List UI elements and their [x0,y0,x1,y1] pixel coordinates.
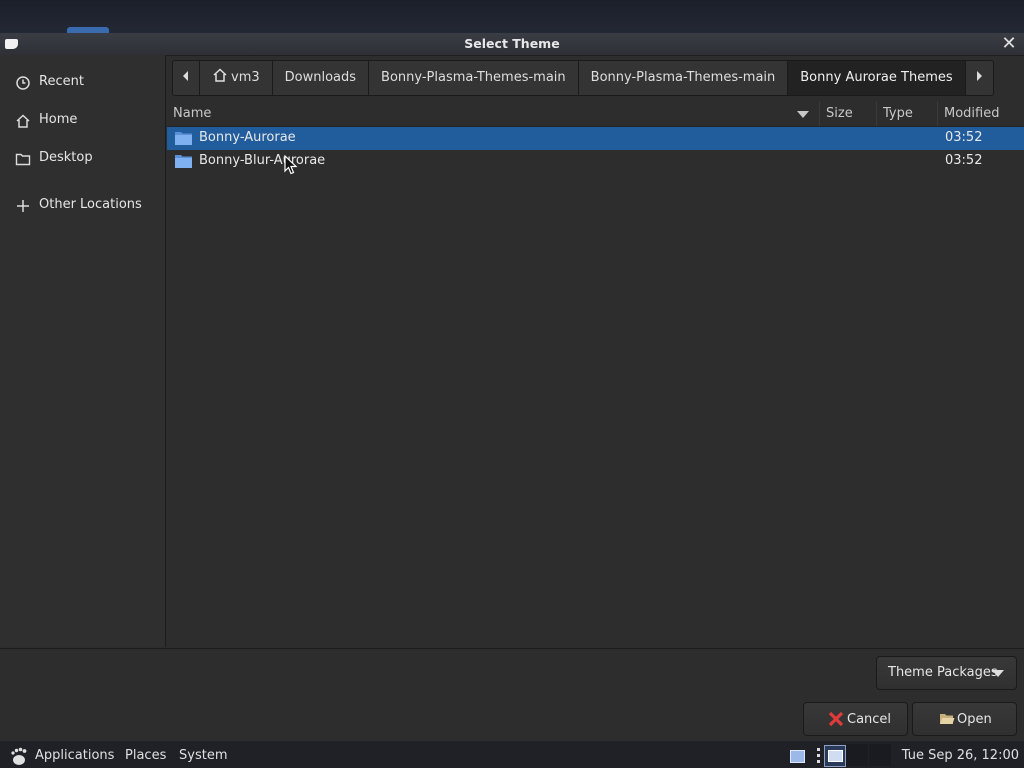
open-button[interactable]: Open [912,702,1017,736]
window-list-handle-icon[interactable] [817,748,820,763]
breadcrumb-home[interactable]: vm3 [200,61,273,95]
panel-menu-system[interactable]: System [179,748,227,763]
folder-icon [15,153,31,166]
file-row[interactable]: Bonny-Blur-Aurorae 03:52 [167,150,1024,173]
sidebar-item-other-locations[interactable]: Other Locations [0,190,165,222]
column-header-modified[interactable]: Modified [937,101,1024,126]
sidebar-item-label: Home [39,112,78,127]
file-list-header: Name Size Type Modified [167,101,1024,127]
filter-label: Theme Packages [888,665,998,680]
file-name: Bonny-Blur-Aurorae [199,153,326,168]
sidebar-item-home[interactable]: Home [0,105,165,137]
sidebar-item-label: Desktop [39,150,93,165]
dialog-action-area: Theme Packages Cancel Open [0,648,1024,741]
workspace-switcher-icon[interactable] [824,745,846,767]
file-modified: 03:52 [945,153,983,168]
sidebar-item-recent[interactable]: Recent [0,67,165,99]
chevron-right-icon [977,71,983,81]
panel-menu-places[interactable]: Places [125,748,166,763]
sidebar-item-label: Recent [39,74,84,89]
path-back-button[interactable] [173,61,200,95]
places-sidebar: Recent Home Desktop Other Locations [0,55,166,647]
plus-icon [17,200,29,212]
open-folder-icon [940,714,955,724]
path-forward-button[interactable] [966,61,993,95]
home-icon [16,114,30,128]
sidebar-item-desktop[interactable]: Desktop [0,143,165,175]
path-bar: vm3 Downloads Bonny-Plasma-Themes-main B… [172,60,994,96]
title-bar[interactable]: Select Theme ✕ [0,33,1024,56]
column-header-type[interactable]: Type [876,101,937,126]
panel-menu-applications[interactable]: Applications [35,748,114,763]
panel-clock[interactable]: Tue Sep 26, 12:00 [902,748,1019,763]
workspace-2[interactable] [846,744,868,766]
breadcrumb-current[interactable]: Bonny Aurorae Themes [788,61,966,95]
column-header-name[interactable]: Name [167,101,819,126]
desktop-top-bar [0,0,1024,34]
file-modified: 03:52 [945,130,983,145]
column-header-size[interactable]: Size [819,101,876,126]
open-label: Open [957,712,992,727]
dialog-title: Select Theme [464,36,560,51]
file-name: Bonny-Aurorae [199,130,296,145]
file-filter-dropdown[interactable]: Theme Packages [876,656,1017,690]
file-chooser-dialog: Select Theme ✕ Recent Home Desktop Other… [0,33,1024,741]
folder-icon [175,132,192,145]
bottom-panel: Applications Places System Tue Sep 26, 1… [0,742,1024,768]
file-list: Name Size Type Modified Bonny-Aurorae 03… [167,101,1024,647]
chevron-left-icon [183,71,188,81]
file-row[interactable]: Bonny-Aurorae 03:52 [167,127,1024,150]
gnome-foot-icon[interactable] [9,746,29,766]
cancel-button[interactable]: Cancel [803,702,908,736]
breadcrumb-label: vm3 [231,70,260,85]
folder-icon [175,155,192,168]
workspace-3[interactable] [869,744,891,766]
chevron-down-icon [992,670,1004,677]
cancel-label: Cancel [847,712,892,727]
breadcrumb-plasma-themes-main-sub[interactable]: Bonny-Plasma-Themes-main [579,61,789,95]
home-icon [213,68,227,82]
sort-descending-icon[interactable] [797,111,809,118]
breadcrumb-downloads[interactable]: Downloads [273,61,370,95]
show-desktop-icon[interactable] [790,750,805,763]
breadcrumb-plasma-themes-main[interactable]: Bonny-Plasma-Themes-main [369,61,579,95]
cancel-x-icon [828,711,844,727]
clock-icon [16,76,30,90]
sidebar-item-label: Other Locations [39,197,142,212]
close-icon[interactable]: ✕ [1000,34,1018,54]
